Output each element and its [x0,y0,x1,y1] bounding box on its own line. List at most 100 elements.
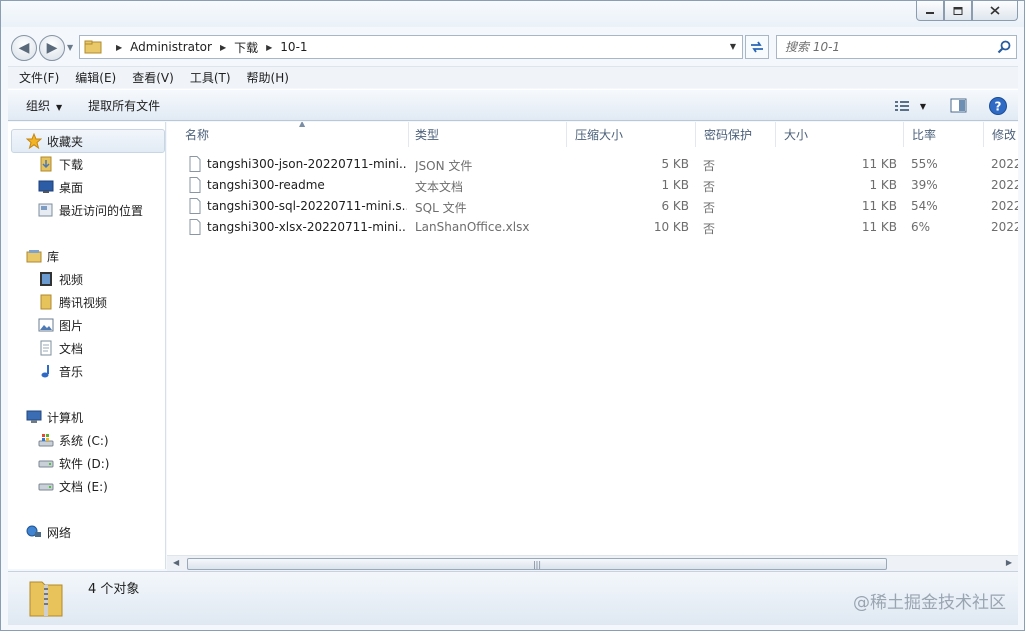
nav-drive-c[interactable]: 系统 (C:) [38,430,109,450]
menu-bar: 文件(F) 编辑(E) 查看(V) 工具(T) 帮助(H) [8,66,1018,88]
computer-icon [26,409,42,425]
address-row: ◀ ▶ ▼ ▶ Administrator ▶ 下载 ▶ 10-1 ▼ [1,29,1024,63]
nav-videos[interactable]: 视频 [38,269,83,289]
system-drive-icon [38,432,54,448]
column-password[interactable]: 密码保护 [696,122,776,147]
preview-pane-icon[interactable] [950,98,968,114]
search-input[interactable] [785,40,995,54]
video-icon [38,271,54,287]
scroll-thumb[interactable]: ||| [187,558,887,570]
nav-network[interactable]: 网络 [26,522,71,542]
file-password: 否 [703,159,716,173]
column-modified[interactable]: 修改 [984,122,1018,147]
grip-icon: ||| [532,559,542,569]
file-compressed-size: 1 KB [661,178,689,192]
file-icon [189,219,201,235]
help-icon[interactable]: ? [988,96,1008,116]
file-size: 11 KB [861,220,897,234]
nav-label: 文档 (E:) [59,479,108,494]
menu-view[interactable]: 查看(V) [127,69,179,86]
nav-label: 收藏夹 [47,134,84,149]
breadcrumb-administrator[interactable]: Administrator [130,40,212,54]
column-compressed-size[interactable]: 压缩大小 [567,122,696,147]
column-type[interactable]: 类型 [407,122,567,147]
column-name[interactable]: 名称 ▲ [177,122,409,147]
file-type: LanShanOffice.xlsx [415,220,530,234]
file-name: tangshi300-sql-20220711-mini.s... [207,199,407,213]
breadcrumb-separator-icon[interactable]: ▶ [220,43,226,52]
nav-desktop[interactable]: 桌面 [38,177,83,197]
column-label: 压缩大小 [575,128,624,142]
maximize-icon [953,6,963,15]
downloads-folder-icon [38,156,54,172]
scroll-right-icon[interactable]: ▶ [1006,558,1012,567]
file-row[interactable]: tangshi300-json-20220711-mini.... JSON 文… [167,154,1018,175]
file-modified: 2022 [991,157,1018,171]
file-row[interactable]: tangshi300-sql-20220711-mini.s... SQL 文件… [167,196,1018,217]
window-controls [916,1,1018,21]
recent-places-icon [38,202,54,218]
nav-label: 软件 (D:) [59,456,110,471]
address-bar[interactable]: ▶ Administrator ▶ 下载 ▶ 10-1 ▼ [79,35,743,59]
nav-label: 库 [47,249,60,264]
close-button[interactable] [972,1,1018,21]
menu-file[interactable]: 文件(F) [14,69,64,86]
nav-label: 最近访问的位置 [59,203,144,218]
document-icon [38,340,54,356]
file-type: SQL 文件 [415,201,467,215]
status-bar: 4 个对象 @稀土掘金技术社区 [8,571,1018,625]
maximize-button[interactable] [944,1,972,21]
nav-label: 音乐 [59,364,84,379]
nav-tencent-video[interactable]: 腾讯视频 [38,292,107,312]
folder-icon [38,294,54,310]
nav-recent[interactable]: 最近访问的位置 [38,200,143,220]
nav-pictures[interactable]: 图片 [38,315,83,335]
search-box[interactable] [776,35,1017,59]
menu-edit[interactable]: 编辑(E) [70,69,121,86]
minimize-button[interactable] [916,1,944,21]
desktop-icon [38,179,54,195]
file-size: 11 KB [861,157,897,171]
folder-icon [84,40,102,54]
nav-label: 下载 [59,157,84,172]
picture-icon [38,317,54,333]
close-icon [990,6,1000,15]
breadcrumb-downloads[interactable]: 下载 [234,39,258,56]
address-dropdown-icon[interactable]: ▼ [730,42,736,51]
menu-tools[interactable]: 工具(T) [185,69,236,86]
nav-drive-d[interactable]: 软件 (D:) [38,453,109,473]
nav-music[interactable]: 音乐 [38,361,83,381]
extract-all-button[interactable]: 提取所有文件 [82,97,166,114]
file-ratio: 55% [911,157,938,171]
nav-documents[interactable]: 文档 [38,338,83,358]
back-button[interactable]: ◀ [11,35,37,61]
file-compressed-size: 5 KB [661,157,689,171]
nav-computer[interactable]: 计算机 [26,407,83,427]
column-ratio[interactable]: 比率 [904,122,984,147]
file-row[interactable]: tangshi300-readme 文本文档 1 KB 否 1 KB 39% 2… [167,175,1018,196]
column-size[interactable]: 大小 [776,122,904,147]
forward-button[interactable]: ▶ [39,35,65,61]
nav-label: 图片 [59,318,84,333]
item-count: 4 个对象 [88,582,140,597]
file-row[interactable]: tangshi300-xlsx-20220711-mini.... LanSha… [167,217,1018,238]
organize-button[interactable]: 组织 ▼ [20,97,68,114]
file-name: tangshi300-xlsx-20220711-mini.... [207,220,407,234]
nav-downloads[interactable]: 下载 [38,154,83,174]
breadcrumb-separator-icon[interactable]: ▶ [116,43,122,52]
file-modified: 2022 [991,178,1018,192]
scroll-left-icon[interactable]: ◀ [173,558,179,567]
view-options-icon[interactable] [894,99,912,113]
search-icon[interactable] [997,40,1011,54]
horizontal-scrollbar[interactable]: ◀ ||| ▶ [167,555,1018,571]
breadcrumb-separator-icon[interactable]: ▶ [266,43,272,52]
nav-libraries[interactable]: 库 [26,246,59,266]
breadcrumb-current[interactable]: 10-1 [280,40,307,54]
nav-drive-e[interactable]: 文档 (E:) [38,476,108,496]
refresh-button[interactable] [745,35,769,59]
view-dropdown-icon[interactable]: ▼ [920,102,926,111]
history-dropdown-icon[interactable]: ▼ [67,43,73,52]
title-bar [1,1,1024,27]
menu-help[interactable]: 帮助(H) [242,69,294,86]
nav-favorites[interactable]: 收藏夹 [26,131,83,151]
